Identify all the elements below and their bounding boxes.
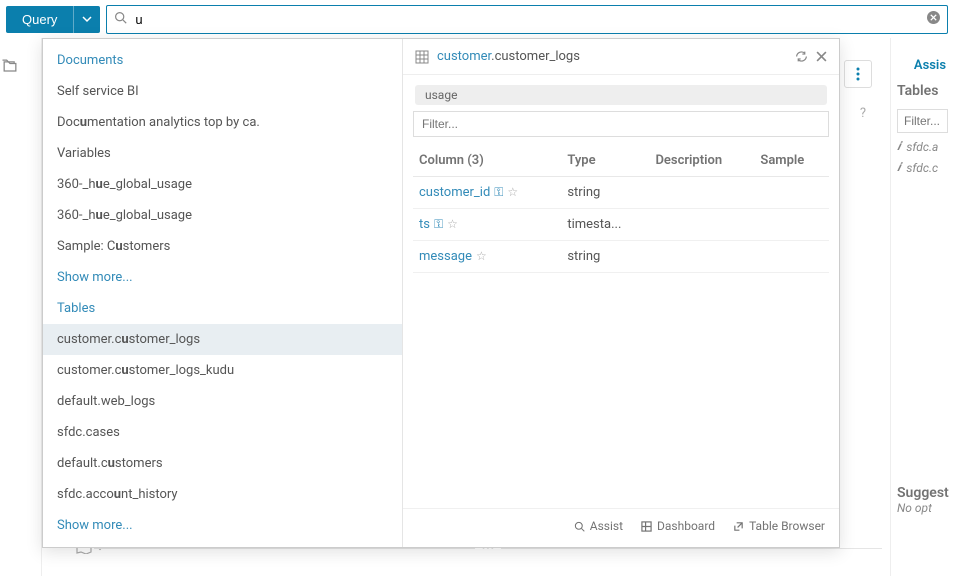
detail-schema: customer bbox=[437, 49, 491, 64]
dropdown-item[interactable]: Documentation analytics top by ca. bbox=[43, 107, 402, 138]
dropdown-item[interactable]: sfdc.cases bbox=[43, 417, 402, 448]
assist-link[interactable]: Assist bbox=[574, 519, 623, 533]
table-row[interactable]: ts⚿☆timesta... bbox=[413, 209, 829, 241]
list-item[interactable]: 𝒊sfdc.a bbox=[897, 139, 948, 154]
kebab-menu-button[interactable] bbox=[844, 60, 872, 88]
col-header-type[interactable]: Type bbox=[561, 145, 649, 177]
query-button-group: Query bbox=[6, 6, 100, 33]
column-filter-input[interactable] bbox=[413, 111, 829, 137]
tables-header: Tables bbox=[897, 83, 948, 99]
info-icon: 𝒊 bbox=[897, 139, 900, 154]
columns-table: Column (3) Type Description Sample custo… bbox=[413, 145, 829, 273]
right-filter-input[interactable] bbox=[897, 109, 948, 133]
dropdown-section-header: Tables bbox=[43, 293, 402, 324]
refresh-icon[interactable] bbox=[795, 50, 808, 63]
dropdown-item[interactable]: 360-_hue_global_usage bbox=[43, 169, 402, 200]
dropdown-item[interactable]: default.customers bbox=[43, 448, 402, 479]
suggestions-header: Suggest bbox=[897, 485, 948, 501]
help-icon[interactable]: ? bbox=[860, 106, 866, 121]
assist-tab[interactable]: Assis bbox=[897, 58, 948, 73]
dropdown-item[interactable]: sfdc.account_history bbox=[43, 479, 402, 510]
right-assist-panel: Assis Tables 𝒊sfdc.a 𝒊sfdc.c Suggest No … bbox=[890, 38, 954, 576]
tag-badge[interactable]: usage bbox=[415, 85, 827, 105]
files-icon[interactable] bbox=[0, 56, 41, 76]
table-icon bbox=[415, 50, 429, 64]
dropdown-item[interactable]: Self service BI bbox=[43, 76, 402, 107]
key-icon: ⚿ bbox=[494, 185, 503, 199]
dropdown-item[interactable]: customer.customer_logs bbox=[43, 324, 402, 355]
query-dropdown-toggle[interactable] bbox=[73, 6, 100, 33]
dropdown-section-header: Documents bbox=[43, 45, 402, 76]
info-icon: 𝒊 bbox=[897, 160, 900, 175]
autocomplete-detail-pane: customer.customer_logs usage Column (3) … bbox=[403, 39, 839, 547]
chevron-down-icon bbox=[82, 14, 92, 24]
dropdown-item[interactable]: Sample: Customers bbox=[43, 231, 402, 262]
autocomplete-left-pane[interactable]: DocumentsSelf service BIDocumentation an… bbox=[43, 39, 403, 547]
no-suggestions-text: No opt bbox=[897, 501, 948, 515]
search-clear-icon[interactable] bbox=[927, 11, 940, 24]
table-row[interactable]: customer_id⚿☆string bbox=[413, 177, 829, 209]
left-gutter bbox=[0, 38, 42, 576]
star-icon[interactable]: ☆ bbox=[476, 249, 487, 263]
dashboard-link[interactable]: Dashboard bbox=[641, 519, 715, 533]
col-header-name[interactable]: Column (3) bbox=[413, 145, 561, 177]
query-button[interactable]: Query bbox=[6, 6, 73, 33]
star-icon[interactable]: ☆ bbox=[447, 217, 458, 231]
star-icon[interactable]: ☆ bbox=[507, 185, 518, 199]
col-header-sample[interactable]: Sample bbox=[754, 145, 829, 177]
table-row[interactable]: message☆string bbox=[413, 241, 829, 273]
search-icon bbox=[114, 11, 127, 24]
col-header-desc[interactable]: Description bbox=[649, 145, 754, 177]
dropdown-section-header: Views bbox=[43, 541, 402, 547]
search-input[interactable] bbox=[106, 5, 948, 34]
show-more-link[interactable]: Show more... bbox=[43, 262, 402, 293]
dropdown-item[interactable]: customer.customer_logs_kudu bbox=[43, 355, 402, 386]
dropdown-item[interactable]: 360-_hue_global_usage bbox=[43, 200, 402, 231]
key-icon: ⚿ bbox=[434, 217, 443, 231]
dropdown-item[interactable]: default.web_logs bbox=[43, 386, 402, 417]
search-field-wrapper bbox=[106, 5, 948, 34]
dropdown-item[interactable]: Variables bbox=[43, 138, 402, 169]
close-icon[interactable] bbox=[816, 51, 827, 62]
list-item[interactable]: 𝒊sfdc.c bbox=[897, 160, 948, 175]
autocomplete-dropdown: DocumentsSelf service BIDocumentation an… bbox=[42, 38, 840, 548]
table-browser-link[interactable]: Table Browser bbox=[733, 519, 825, 533]
detail-table: .customer_logs bbox=[491, 49, 580, 64]
show-more-link[interactable]: Show more... bbox=[43, 510, 402, 541]
